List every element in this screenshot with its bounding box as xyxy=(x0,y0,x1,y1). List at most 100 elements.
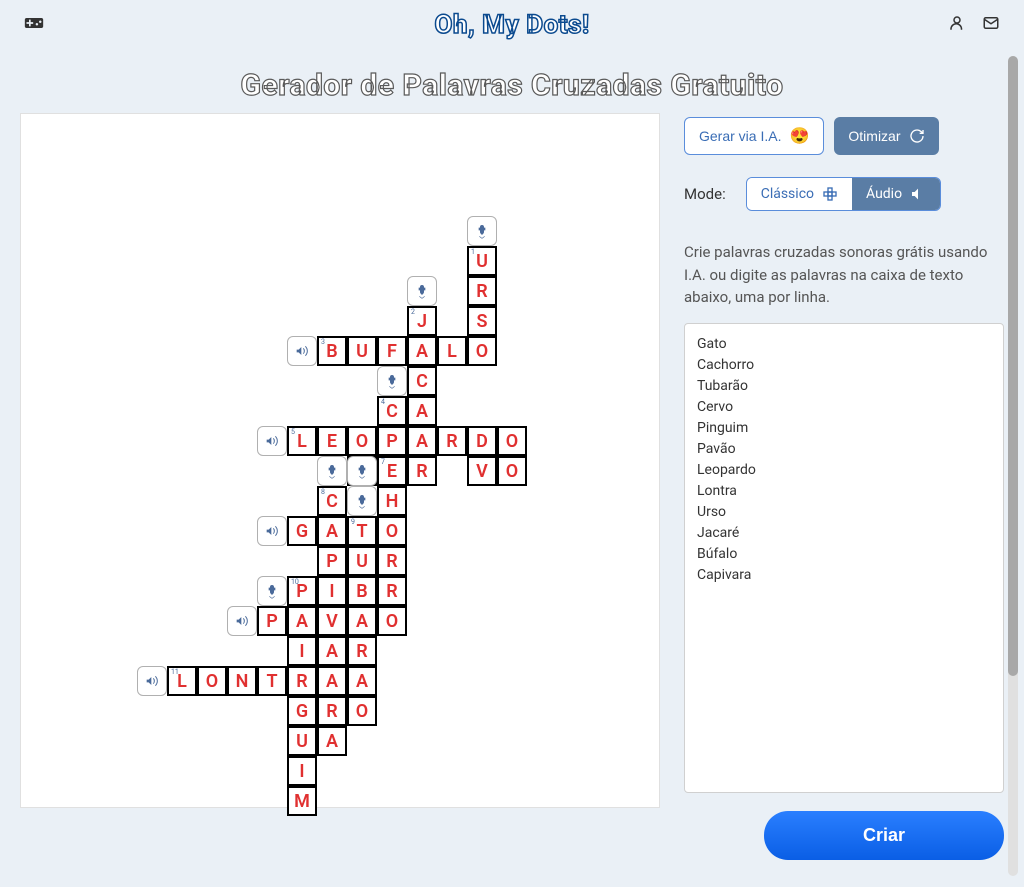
crossword-cell[interactable]: D xyxy=(467,426,497,456)
crossword-cell[interactable]: A xyxy=(287,606,317,636)
crossword-cell[interactable]: U xyxy=(347,546,377,576)
heart-eyes-icon: 😍 xyxy=(789,126,809,146)
page-title: Gerador de Palavras Cruzadas Gratuito xyxy=(0,68,1024,103)
grid-icon xyxy=(822,186,838,202)
mail-icon[interactable] xyxy=(982,14,1000,36)
mode-label: Mode: xyxy=(684,185,726,203)
crossword-cell[interactable]: F xyxy=(377,336,407,366)
crossword-cell[interactable]: V xyxy=(317,606,347,636)
clue-down-icon[interactable] xyxy=(407,276,437,306)
crossword-cell[interactable]: A xyxy=(317,666,347,696)
crossword-cell[interactable]: R xyxy=(347,636,377,666)
mode-classic-label: Clássico xyxy=(761,186,814,202)
user-icon[interactable] xyxy=(948,14,966,36)
crossword-cell[interactable]: U xyxy=(347,336,377,366)
description-text: Crie palavras cruzadas sonoras grátis us… xyxy=(684,241,1004,309)
mode-audio-button[interactable]: Áudio xyxy=(852,178,940,210)
mode-classic-button[interactable]: Clássico xyxy=(747,178,852,210)
mode-toggle: Clássico Áudio xyxy=(746,177,941,211)
scrollbar[interactable] xyxy=(1008,56,1018,876)
crossword-cell[interactable]: A xyxy=(347,606,377,636)
clue-down-icon[interactable] xyxy=(467,216,497,246)
refresh-icon xyxy=(909,128,925,144)
crossword-cell[interactable]: R xyxy=(287,666,317,696)
crossword-cell[interactable]: V xyxy=(467,456,497,486)
crossword-cell[interactable]: R xyxy=(467,276,497,306)
crossword-cell[interactable]: P10 xyxy=(287,576,317,606)
crossword-cell[interactable]: I xyxy=(287,756,317,786)
crossword-cell[interactable]: P xyxy=(257,606,287,636)
crossword-cell[interactable]: C xyxy=(407,366,437,396)
crossword-cell[interactable]: U1 xyxy=(467,246,497,276)
crossword-cell[interactable]: I xyxy=(287,636,317,666)
crossword-cell[interactable]: A xyxy=(317,726,347,756)
header: Oh, My Dots! xyxy=(0,0,1024,50)
crossword-cell[interactable]: A xyxy=(407,396,437,426)
optimize-label: Otimizar xyxy=(848,128,900,144)
clue-down-icon[interactable] xyxy=(347,486,377,516)
crossword-cell[interactable]: E7 xyxy=(377,456,407,486)
crossword-cell[interactable]: C4 xyxy=(377,396,407,426)
clue-down-icon[interactable] xyxy=(347,456,377,486)
clue-across-icon[interactable] xyxy=(227,606,257,636)
clue-across-icon[interactable] xyxy=(257,516,287,546)
crossword-cell[interactable]: A xyxy=(407,426,437,456)
crossword-cell[interactable]: A xyxy=(317,636,347,666)
crossword-cell[interactable]: P xyxy=(317,546,347,576)
crossword-cell[interactable]: R xyxy=(317,696,347,726)
crossword-cell[interactable]: L xyxy=(437,336,467,366)
clue-across-icon[interactable] xyxy=(137,666,167,696)
logo[interactable]: Oh, My Dots! xyxy=(434,10,589,40)
crossword-cell[interactable]: G xyxy=(287,696,317,726)
crossword-cell[interactable]: R xyxy=(407,456,437,486)
crossword-cell[interactable]: O xyxy=(467,336,497,366)
clue-down-icon[interactable] xyxy=(317,456,347,486)
words-textarea[interactable] xyxy=(684,323,1004,793)
scrollbar-thumb[interactable] xyxy=(1008,56,1018,676)
generate-ia-label: Gerar via I.A. xyxy=(699,128,781,144)
crossword-cell[interactable]: P xyxy=(377,426,407,456)
controls-panel: Gerar via I.A. 😍 Otimizar Mode: Clássico… xyxy=(684,113,1004,880)
crossword-cell[interactable]: N xyxy=(227,666,257,696)
crossword-cell[interactable]: A xyxy=(347,666,377,696)
crossword-cell[interactable]: U xyxy=(287,726,317,756)
crossword-cell[interactable]: T9 xyxy=(347,516,377,546)
crossword-cell[interactable]: B3 xyxy=(317,336,347,366)
crossword-cell[interactable]: L5 xyxy=(287,426,317,456)
clue-down-icon[interactable] xyxy=(377,366,407,396)
crossword-cell[interactable]: T xyxy=(257,666,287,696)
crossword-panel: U1RJ2SB3UFALOCC4AL5EOPARDOC6E7RVOC8HGAT9… xyxy=(20,113,660,808)
crossword-cell[interactable]: O xyxy=(377,516,407,546)
crossword-cell[interactable]: J2 xyxy=(407,306,437,336)
main-content: U1RJ2SB3UFALOCC4AL5EOPARDOC6E7RVOC8HGAT9… xyxy=(0,113,1024,880)
crossword-cell[interactable]: R xyxy=(377,576,407,606)
generate-ia-button[interactable]: Gerar via I.A. 😍 xyxy=(684,117,824,155)
clue-down-icon[interactable] xyxy=(257,576,287,606)
crossword-cell[interactable]: O xyxy=(377,606,407,636)
crossword-cell[interactable]: I xyxy=(317,576,347,606)
crossword-cell[interactable]: O xyxy=(347,426,377,456)
clue-across-icon[interactable] xyxy=(287,336,317,366)
crossword-cell[interactable]: R xyxy=(437,426,467,456)
crossword-cell[interactable]: S xyxy=(467,306,497,336)
crossword-cell[interactable]: O xyxy=(347,696,377,726)
crossword-cell[interactable]: O xyxy=(197,666,227,696)
gamepad-icon[interactable] xyxy=(24,13,44,37)
crossword-cell[interactable]: O xyxy=(497,426,527,456)
crossword-cell[interactable]: O xyxy=(497,456,527,486)
mode-audio-label: Áudio xyxy=(866,186,902,202)
crossword-cell[interactable]: A xyxy=(317,516,347,546)
crossword-cell[interactable]: B xyxy=(347,576,377,606)
create-button[interactable]: Criar xyxy=(764,811,1004,860)
crossword-cell[interactable]: C8 xyxy=(317,486,347,516)
clue-across-icon[interactable] xyxy=(257,426,287,456)
crossword-cell[interactable]: M xyxy=(287,786,317,816)
crossword-cell[interactable]: H xyxy=(377,486,407,516)
crossword-cell[interactable]: E xyxy=(317,426,347,456)
optimize-button[interactable]: Otimizar xyxy=(834,117,938,155)
speaker-icon xyxy=(910,186,926,202)
crossword-cell[interactable]: L11 xyxy=(167,666,197,696)
crossword-cell[interactable]: R xyxy=(377,546,407,576)
crossword-cell[interactable]: G xyxy=(287,516,317,546)
crossword-cell[interactable]: A xyxy=(407,336,437,366)
